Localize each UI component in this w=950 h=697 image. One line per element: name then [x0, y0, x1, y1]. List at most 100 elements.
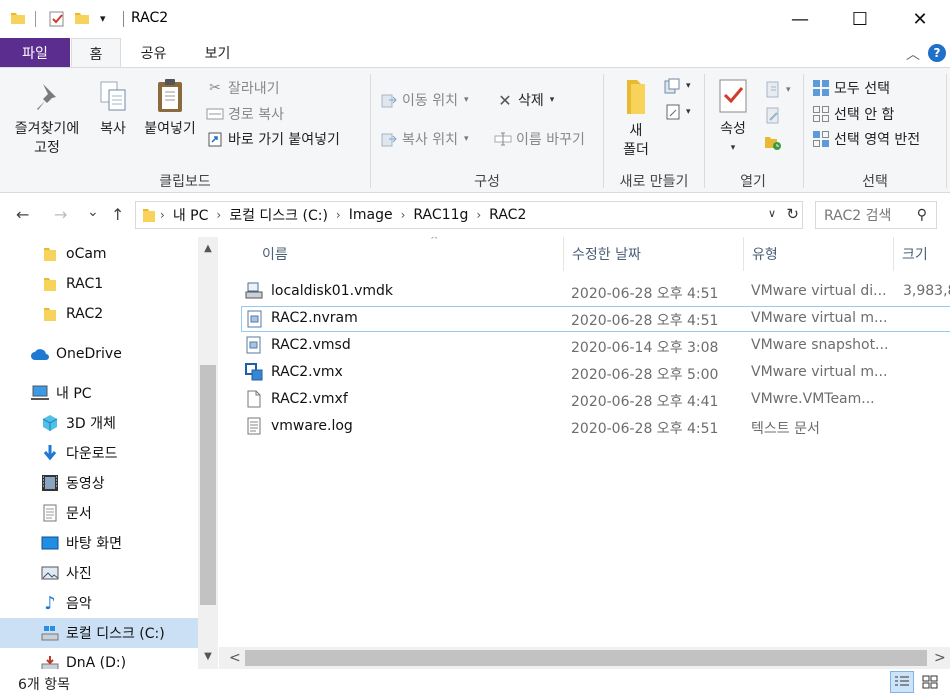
file-row-localdisk01-vmdk[interactable]: localdisk01.vmdk 2020-06-28 오후 4:51 VMwa… [241, 279, 950, 305]
delete-button[interactable]: ✕ 삭제 ▾ [496, 90, 554, 110]
file-row-rac2-vmsd[interactable]: RAC2.vmsd 2020-06-14 오후 3:08 VMware snap… [241, 333, 950, 359]
nav-pane-scroll-thumb[interactable] [200, 365, 216, 605]
nav-item-rac1[interactable]: RAC1 [0, 269, 198, 299]
nav-item-this-pc[interactable]: 내 PC [0, 378, 198, 408]
tab-home[interactable]: 홈 [71, 38, 121, 68]
file-list-horizontal-scrollbar[interactable]: < > [219, 647, 950, 669]
history-button[interactable] [764, 134, 786, 150]
file-row-vmware-log[interactable]: vmware.log 2020-06-28 오후 4:51 텍스트 문서 2 [241, 414, 950, 440]
nav-item-pictures[interactable]: 사진 [0, 558, 198, 588]
select-none-button[interactable]: 선택 안 함 [812, 104, 894, 124]
select-all-icon [812, 80, 830, 96]
move-to-button[interactable]: 이동 위치 ▾ [380, 90, 469, 110]
breadcrumb-image[interactable]: Image [349, 207, 393, 223]
column-header-size[interactable]: 크기 [894, 237, 950, 271]
copy-button[interactable]: 복사 [92, 80, 134, 139]
folder-icon [142, 207, 156, 223]
address-bar[interactable]: › 내 PC › 로컬 디스크 (C:) › Image › RAC11g › … [135, 201, 803, 229]
properties-button[interactable]: 속성 ▾ [712, 78, 754, 158]
search-input[interactable]: RAC2 검색 ⚲ [815, 201, 937, 229]
folder-icon [10, 10, 26, 28]
document-icon [40, 504, 60, 522]
file-list: 이름 ^ 수정한 날짜 유형 크기 localdisk01.vmdk 2020-… [219, 237, 950, 669]
scroll-down-icon[interactable]: ▼ [198, 651, 218, 662]
recent-locations-button[interactable]: ⌄ [87, 204, 99, 220]
close-button[interactable]: ✕ [890, 0, 950, 38]
scroll-right-icon[interactable]: > [934, 650, 946, 666]
help-icon[interactable]: ? [928, 44, 946, 62]
cut-button[interactable]: ✂ 잘라내기 [206, 78, 279, 98]
breadcrumb-rac2[interactable]: RAC2 [489, 207, 526, 223]
horizontal-scroll-thumb[interactable] [245, 650, 927, 666]
copy-path-button[interactable]: 경로 복사 [206, 104, 284, 124]
nav-pane-scrollbar[interactable]: ▲ ▼ [198, 237, 218, 669]
clipboard-icon [154, 78, 186, 120]
copy-to-button[interactable]: 복사 위치 ▾ [380, 129, 469, 149]
nav-item-music[interactable]: ♪ 음악 [0, 588, 198, 618]
scroll-left-icon[interactable]: < [229, 650, 241, 666]
up-button[interactable]: ↑ [111, 205, 124, 224]
file-row-rac2-vmxf[interactable]: RAC2.vmxf 2020-06-28 오후 4:41 VMwre.VMTea… [241, 387, 950, 413]
ribbon-tabs: 파일 홈 공유 보기 ︿ ? [0, 38, 950, 68]
back-button[interactable]: ← [16, 205, 29, 224]
breadcrumb-local-disk[interactable]: 로컬 디스크 (C:) [229, 205, 328, 225]
text-file-icon [245, 417, 263, 435]
nav-item-onedrive[interactable]: OneDrive [0, 339, 198, 369]
customize-quick-access-icon[interactable]: ▾ [100, 12, 106, 30]
search-icon[interactable]: ⚲ [917, 207, 927, 223]
edit-button[interactable] [764, 107, 786, 124]
collapse-ribbon-icon[interactable]: ︿ [906, 44, 920, 64]
tab-file[interactable]: 파일 [0, 38, 70, 68]
paste-button[interactable]: 붙여넣기 [138, 78, 202, 139]
details-view-button[interactable] [890, 671, 914, 693]
file-row-rac2-vmx[interactable]: RAC2.vmx 2020-06-28 오후 5:00 VMware virtu… [241, 360, 950, 386]
forward-button[interactable]: → [54, 205, 67, 224]
address-history-dropdown[interactable]: ∨ [768, 207, 776, 220]
tab-view[interactable]: 보기 [190, 38, 245, 68]
vmsd-file-icon [245, 336, 263, 354]
easy-access-button[interactable]: ▾ [664, 104, 691, 120]
new-group-label: 새로 만들기 [619, 174, 689, 190]
nav-item-dna-d[interactable]: DnA (D:) [0, 648, 198, 669]
properties-icon[interactable] [48, 10, 66, 28]
rename-button[interactable]: 이름 바꾸기 [494, 129, 585, 149]
new-folder-button[interactable]: 새 폴더 [612, 78, 660, 160]
large-icons-view-button[interactable] [918, 671, 942, 693]
nav-item-desktop[interactable]: 바탕 화면 [0, 528, 198, 558]
breadcrumb-rac11g[interactable]: RAC11g [413, 207, 468, 223]
scroll-up-icon[interactable]: ▲ [198, 243, 218, 254]
tab-share[interactable]: 공유 [126, 38, 181, 68]
nav-item-downloads[interactable]: 다운로드 [0, 438, 198, 468]
ribbon: 즐겨찾기에 고정 복사 붙여넣기 ✂ 잘라내기 경로 복사 바로 가기 붙여넣기… [0, 67, 950, 193]
select-all-button[interactable]: 모두 선택 [812, 78, 890, 98]
breadcrumb-this-pc[interactable]: 내 PC [173, 205, 209, 225]
copy-path-icon [206, 106, 224, 122]
paste-shortcut-button[interactable]: 바로 가기 붙여넣기 [206, 129, 340, 149]
nav-item-rac2[interactable]: RAC2 [0, 299, 198, 329]
select-group-label: 선택 [862, 174, 888, 190]
nav-item-ocam[interactable]: oCam [0, 239, 198, 269]
file-row-rac2-nvram[interactable]: RAC2.nvram 2020-06-28 오후 4:51 VMware vir… [241, 306, 950, 332]
invert-selection-button[interactable]: 선택 영역 반전 [812, 129, 920, 149]
open-group-label: 열기 [740, 174, 766, 190]
easy-access-icon [664, 104, 682, 120]
new-item-button[interactable]: ▾ [664, 78, 691, 94]
column-header-modified[interactable]: 수정한 날짜 [564, 237, 744, 271]
column-header-name[interactable]: 이름 ^ [254, 237, 564, 271]
refresh-icon[interactable]: ↻ [786, 205, 799, 223]
maximize-button[interactable]: ☐ [830, 0, 890, 38]
minimize-button[interactable]: — [770, 0, 830, 38]
open-button[interactable]: ▾ [764, 81, 791, 98]
nav-item-videos[interactable]: 동영상 [0, 468, 198, 498]
column-header-type[interactable]: 유형 [744, 237, 894, 271]
new-folder-icon[interactable] [74, 10, 90, 28]
title-bar: ▾ RAC2 — ☐ ✕ [0, 0, 950, 38]
sort-ascending-icon: ^ [430, 237, 439, 246]
blank-file-icon [245, 390, 263, 408]
3d-objects-icon [40, 414, 60, 432]
nav-item-3d-objects[interactable]: 3D 개체 [0, 408, 198, 438]
navigation-pane: oCam RAC1 RAC2 OneDrive 내 PC 3D 개체 다운로드 … [0, 237, 218, 669]
nav-item-local-disk-c[interactable]: 로컬 디스크 (C:) [0, 618, 198, 648]
pin-to-quick-access-button[interactable]: 즐겨찾기에 고정 [6, 80, 88, 158]
nav-item-documents[interactable]: 문서 [0, 498, 198, 528]
